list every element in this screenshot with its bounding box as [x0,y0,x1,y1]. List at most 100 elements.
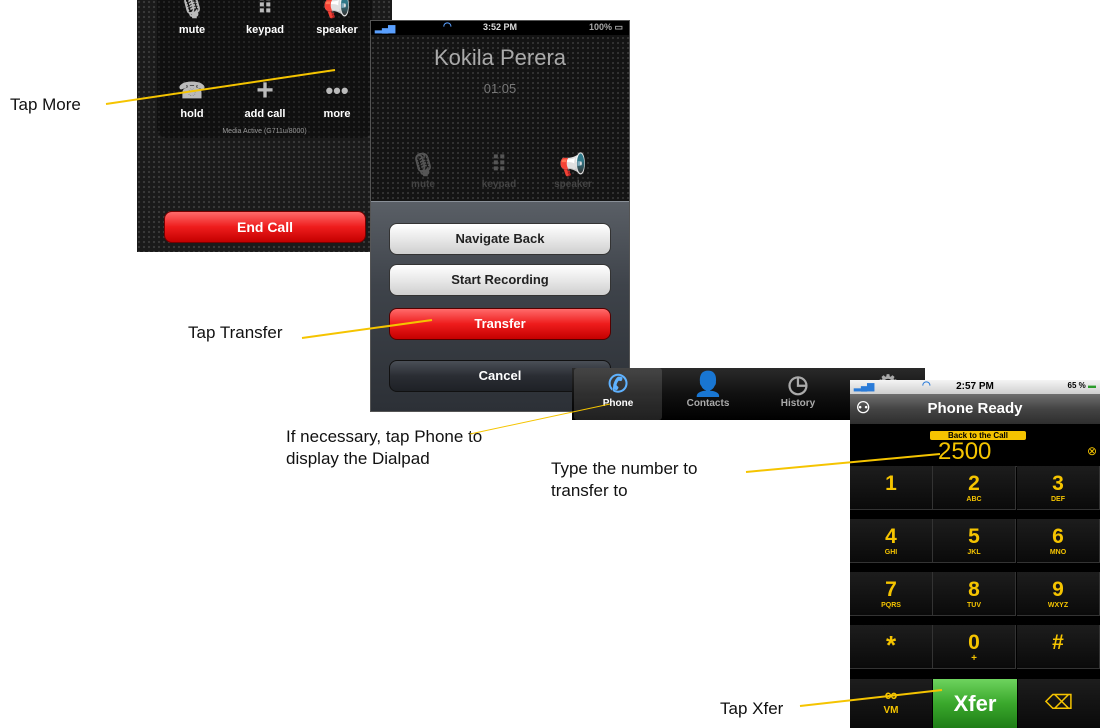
call-timer: 01:05 [483,81,517,96]
voicemail-label: VM [883,705,899,716]
hold-icon: ☎ [178,78,206,103]
key-hash[interactable]: # [1017,625,1100,669]
dim-speaker: 📢 speaker [543,151,603,190]
xfer-button[interactable]: Xfer [933,679,1017,728]
history-clock-icon: ◷ [787,371,809,398]
phone-handset-icon: ✆ [607,371,629,398]
dialed-number: 2500 [938,438,992,465]
key-letters: TUV [967,602,981,609]
key-9[interactable]: 9 WXYZ [1017,572,1100,616]
in-call-screen: 🎙 mute ⠿ keypad 📢 speaker ☎ hold + add c… [137,0,392,252]
key-8[interactable]: 8 TUV [933,572,1016,616]
key-digit: 6 [1052,525,1064,548]
callout-type-number-line1: Type the number to [551,459,698,478]
key-1[interactable]: 1 [850,466,933,510]
key-digit: 5 [968,525,980,548]
more-button[interactable]: ••• more [307,78,367,120]
title-bar: ⚇ Phone Ready [850,394,1100,424]
key-7[interactable]: 7 PQRS [850,572,933,616]
mute-button[interactable]: 🎙 mute [162,0,222,36]
add-call-icon: + [256,74,274,107]
key-5[interactable]: 5 JKL [933,519,1016,563]
key-star[interactable]: * [850,625,933,669]
callout-tap-xfer: Tap Xfer [720,699,784,718]
hold-label: hold [180,108,204,120]
key-digit: 8 [968,578,980,601]
dim-keypad-label: keypad [481,179,517,190]
status-bar: ▂▄▆ ◠ 2:57 PM 65 % ▬ [850,380,1100,394]
caller-name: Kokila Perera [433,45,567,70]
tab-contacts[interactable]: 👤 Contacts [664,368,752,420]
key-4[interactable]: 4 GHI [850,519,933,563]
callout-type-number-line2: transfer to [551,481,628,500]
callout-tap-phone: If necessary, tap Phone to display the D… [286,426,482,470]
key-digit: 9 [1052,578,1064,601]
end-call-button[interactable]: End Call [164,211,366,243]
key-3[interactable]: 3 DEF [1017,466,1100,510]
tab-history-label: History [780,398,816,409]
add-call-button[interactable]: + add call [235,74,295,121]
key-digit: 3 [1052,472,1064,495]
mute-label: mute [178,24,206,36]
voicemail-button[interactable]: ∞ VM [850,679,932,728]
speaker-button[interactable]: 📢 speaker [307,0,367,36]
dim-keypad: ⠿ keypad [469,151,529,190]
callout-tap-phone-line1: If necessary, tap Phone to [286,427,483,446]
navigate-back-button[interactable]: Navigate Back [389,223,611,255]
key-6[interactable]: 6 MNO [1017,519,1100,563]
status-bar: ▂▄▆ ◠ 3:52 PM 100% ▭ [371,21,629,35]
dim-mute: 🎙 mute [393,151,453,190]
start-recording-button[interactable]: Start Recording [389,264,611,296]
mute-mic-icon: 🎙 [178,0,206,19]
status-time: 2:57 PM [956,381,994,392]
backspace-icon: ⌫ [1044,692,1074,714]
key-digit: # [1052,631,1064,654]
callout-tap-phone-line2: display the Dialpad [286,449,430,468]
more-dots-icon: ••• [325,78,349,103]
transfer-button[interactable]: Transfer [389,308,611,340]
key-letters: + [971,653,977,664]
speaker-icon: 📢 [559,152,587,177]
key-letters: MNO [1049,549,1067,556]
key-letters: ABC [966,496,982,503]
key-digit: 1 [885,472,897,495]
more-label: more [323,108,351,120]
voicemail-icon: ∞ [884,685,898,705]
dialpad-action-row: ∞ VM Xfer ⌫ [850,679,1100,728]
callout-type-number: Type the number to transfer to [551,458,697,502]
contacts-person-icon: 👤 [693,371,723,398]
speaker-label: speaker [316,24,358,36]
battery-percent: 65 % [1067,381,1086,390]
tab-contacts-label: Contacts [686,398,730,409]
key-digit: 0 [968,631,980,654]
hold-button[interactable]: ☎ hold [162,78,222,120]
media-status: Media Active (G711u/8000) [222,128,307,135]
key-0[interactable]: 0 + [933,625,1016,669]
dim-mute-label: mute [411,179,435,190]
key-letters: JKL [967,549,981,556]
add-call-label: add call [244,108,286,120]
clear-icon[interactable]: ⊗ [1087,444,1097,458]
mute-mic-icon: 🎙 [409,152,437,177]
keypad-label: keypad [246,24,284,36]
callout-tap-transfer: Tap Transfer [188,323,283,342]
tab-phone-label: Phone [602,398,634,409]
status-battery: 65 % ▬ [1067,381,1096,390]
speaker-icon: 📢 [323,0,351,19]
key-digit: 2 [968,472,980,495]
key-digit: * [885,630,897,660]
keypad-icon: ⠿ [256,0,274,19]
status-battery: 100% ▭ [588,22,623,32]
key-digit: 7 [885,578,897,601]
key-letters: WXYZ [1047,602,1069,609]
tab-history[interactable]: ◷ History [754,368,842,420]
dialpad-screen: ▂▄▆ ◠ 2:57 PM 65 % ▬ ⚇ Phone Ready Back … [850,380,1100,728]
keypad-button[interactable]: ⠿ keypad [235,0,295,36]
key-letters: DEF [1051,496,1065,503]
key-2[interactable]: 2 ABC [933,466,1016,510]
backspace-button[interactable]: ⌫ [1018,679,1100,728]
tab-phone[interactable]: ✆ Phone [574,368,662,420]
dim-speaker-label: speaker [554,179,592,190]
key-digit: 4 [885,525,897,548]
keypad-icon: ⠿ [490,152,508,177]
